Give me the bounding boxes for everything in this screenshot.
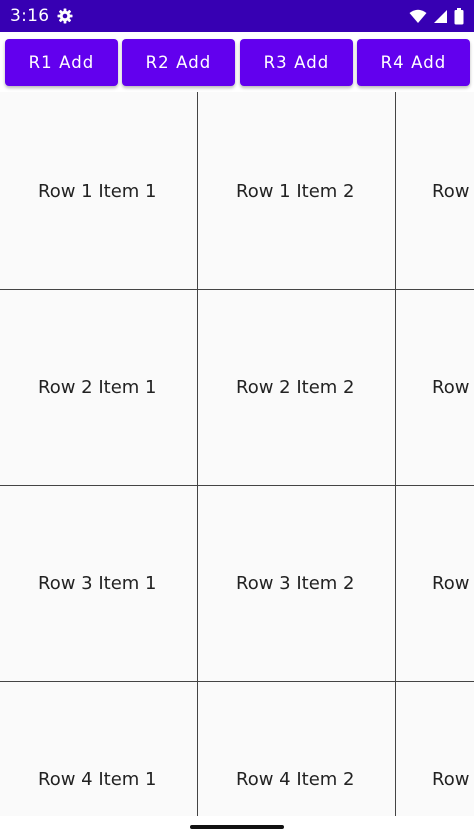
item-grid: Row 1 Item 1 Row 1 Item 2 Row Row 2 Item… [0, 92, 474, 816]
app-screen: 3:16 R1 Add R2 Add R3 Add R4 Add Row 1 I… [0, 0, 474, 836]
grid-cell[interactable]: Row [432, 181, 469, 202]
r2-add-button[interactable]: R2 Add [122, 39, 235, 86]
grid-cell[interactable]: Row 4 Item 2 [236, 769, 354, 790]
r1-add-button[interactable]: R1 Add [5, 39, 118, 86]
column-divider [395, 92, 396, 816]
grid-cell[interactable]: Row [432, 769, 469, 790]
grid-cell[interactable]: Row 4 Item 1 [38, 769, 156, 790]
grid-cell[interactable]: Row 1 Item 1 [38, 181, 156, 202]
grid-cell[interactable]: Row [432, 573, 469, 594]
wifi-icon [409, 9, 427, 24]
gear-icon [57, 8, 73, 24]
grid-cell[interactable]: Row 3 Item 1 [38, 573, 156, 594]
column-divider [197, 92, 198, 816]
grid-cell[interactable]: Row 3 Item 2 [236, 573, 354, 594]
cell-signal-icon [433, 9, 448, 24]
grid-cell[interactable]: Row 2 Item 2 [236, 377, 354, 398]
grid-cell[interactable]: Row 1 Item 2 [236, 181, 354, 202]
gesture-handle[interactable] [190, 825, 284, 829]
r3-add-button[interactable]: R3 Add [240, 39, 353, 86]
row-divider [0, 289, 474, 290]
row-divider [0, 681, 474, 682]
navigation-bar [0, 816, 474, 836]
status-bar: 3:16 [0, 0, 474, 32]
status-time: 3:16 [10, 6, 50, 26]
row-divider [0, 485, 474, 486]
battery-icon [454, 7, 464, 25]
grid-cell[interactable]: Row 2 Item 1 [38, 377, 156, 398]
r4-add-button[interactable]: R4 Add [357, 39, 470, 86]
grid-cell[interactable]: Row [432, 377, 469, 398]
status-icons [409, 7, 464, 25]
button-bar: R1 Add R2 Add R3 Add R4 Add [0, 32, 474, 92]
